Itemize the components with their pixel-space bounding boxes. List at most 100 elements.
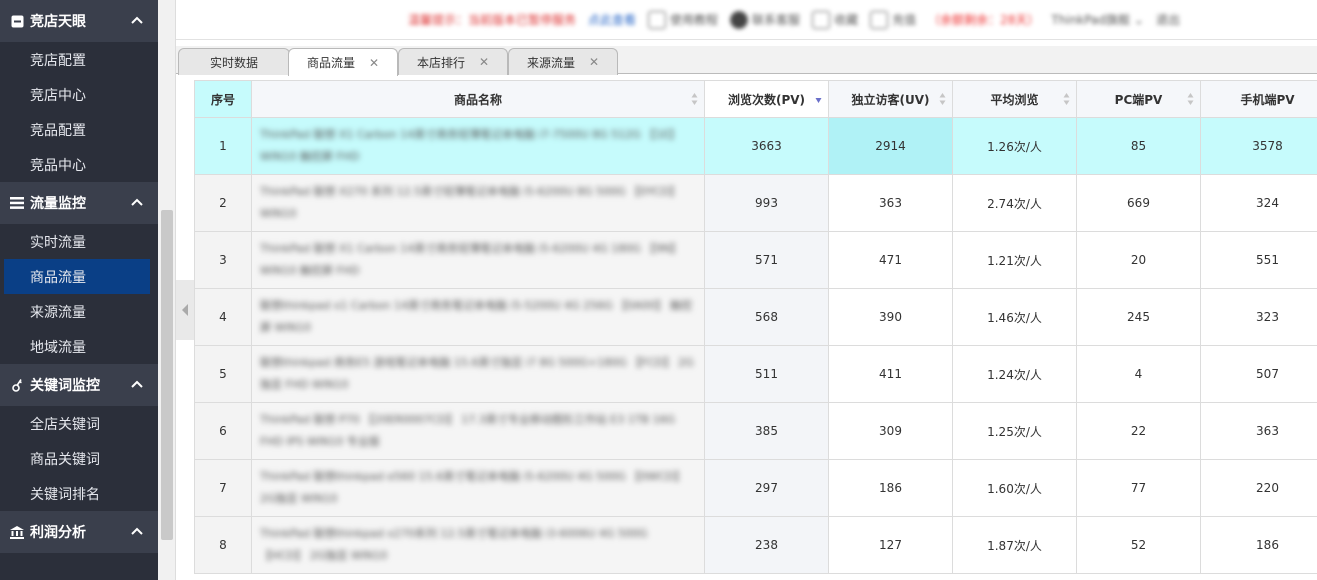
sidebar-section-traffic-monitor[interactable]: 流量监控	[0, 182, 158, 224]
top-notice: 温馨提示：当前版本已暂停服务	[408, 13, 577, 27]
tutorial-link[interactable]: 使用教程	[648, 10, 718, 29]
favorite-label: 收藏	[834, 13, 859, 27]
col-header-pv[interactable]: 浏览次数(PV)	[704, 80, 829, 118]
sidebar-item-product-keywords[interactable]: 商品关键词	[0, 441, 158, 476]
sidebar-item-store-keywords[interactable]: 全店关键词	[0, 406, 158, 441]
scrollbar-thumb[interactable]	[161, 210, 173, 540]
cell-pc-pv: 85	[1076, 117, 1201, 175]
sidebar-item-competitor-store-center[interactable]: 竞店中心	[0, 77, 158, 112]
balance-text: （余额剩余：28天）	[928, 13, 1040, 27]
cell-pv: 571	[704, 231, 829, 289]
product-name-text[interactable]: ThinkPad 联想thinkpad e560 15.6英寸笔记本电脑 i5-…	[260, 466, 696, 510]
product-name-text[interactable]: ThinkPad 联想 X270 系列 12.5英寸轻薄笔记本电脑 i5-620…	[260, 181, 696, 225]
col-header-product-name[interactable]: 商品名称	[251, 80, 705, 118]
cell-pc-pv: 77	[1076, 459, 1201, 517]
sidebar-item-competitor-product-center[interactable]: 竞品中心	[0, 147, 158, 182]
col-header-avg[interactable]: 平均浏览	[952, 80, 1077, 118]
sidebar-item-product-traffic[interactable]: 商品流量	[4, 259, 150, 294]
sidebar-item-competitor-product-config[interactable]: 竞品配置	[0, 112, 158, 147]
tab-product-traffic[interactable]: 商品流量 ✕	[288, 48, 398, 76]
col-header-label: 商品名称	[453, 92, 502, 107]
col-header-label: 序号	[210, 92, 235, 107]
table-row[interactable]: 6 ThinkPad 联想 P70 【20ER0007CD】 17.3英寸专业移动…	[194, 402, 1317, 460]
support-link[interactable]: 联系客服	[730, 10, 801, 29]
table-row[interactable]: 1 ThinkPad 联想 X1 Carbon 14英寸商务轻薄笔记本电脑 i7-…	[194, 117, 1317, 175]
cell-index: 7	[194, 459, 252, 517]
col-header-index[interactable]: 序号	[194, 80, 252, 118]
product-traffic-table: 序号 商品名称 浏览次数(PV) 独立访客(UV) 平均浏览 PC端PV 手机端…	[194, 80, 1317, 580]
cell-uv: 363	[828, 174, 953, 232]
cell-uv: 309	[828, 402, 953, 460]
sidebar-item-realtime-traffic[interactable]: 实时流量	[0, 224, 158, 259]
cell-uv: 186	[828, 459, 953, 517]
cell-index: 5	[194, 345, 252, 403]
calendar-icon	[870, 10, 889, 29]
close-icon[interactable]: ✕	[479, 55, 489, 69]
cell-product-name: ThinkPad 联想 X1 Carbon 14英寸商务轻薄笔记本电脑 i5-6…	[251, 231, 705, 289]
chevron-up-icon[interactable]	[130, 377, 144, 391]
product-name-text[interactable]: ThinkPad 联想 P70 【20ER0007CD】 17.3英寸专业移动图…	[260, 409, 696, 453]
recharge-link[interactable]: 充值	[870, 10, 917, 29]
shop-selector[interactable]: ThinkPad旗舰 ⌄	[1051, 11, 1144, 28]
cell-uv: 411	[828, 345, 953, 403]
cell-uv: 390	[828, 288, 953, 346]
col-header-mobile-pv[interactable]: 手机端PV	[1200, 80, 1317, 118]
chevron-up-icon[interactable]	[130, 524, 144, 538]
sidebar-scrollbar[interactable]	[158, 0, 176, 580]
logout-link[interactable]: 退出	[1156, 11, 1180, 28]
cell-mobile-pv: 220	[1200, 459, 1317, 517]
table-row[interactable]: 4 联想thinkpad x1 Carbon 14英寸商务笔记本电脑 i5-520…	[194, 288, 1317, 346]
table-row[interactable]: 7 ThinkPad 联想thinkpad e560 15.6英寸笔记本电脑 i5…	[194, 459, 1317, 517]
table-row[interactable]: 8 ThinkPad 联想thinkpad x270系列 12.5英寸笔记本电脑 …	[194, 516, 1317, 574]
table-row[interactable]: 5 联想thinkpad 商务E5 游戏笔记本电脑 15.6英寸独显 i7 8G …	[194, 345, 1317, 403]
tab-realtime-data[interactable]: 实时数据	[178, 48, 290, 75]
sidebar-item-region-traffic[interactable]: 地域流量	[0, 329, 158, 364]
col-header-label: 独立访客(UV)	[851, 92, 930, 107]
sort-icon[interactable]	[1063, 92, 1070, 106]
sidebar-section-profit-analysis[interactable]: 利润分析	[0, 511, 158, 553]
product-name-text[interactable]: ThinkPad 联想thinkpad x270系列 12.5英寸笔记本电脑 i…	[260, 523, 696, 567]
collapse-sidebar-handle[interactable]	[176, 280, 194, 340]
sidebar: 竞店天眼 竞店配置 竞店中心 竞品配置 竞品中心 流量监控 实时流量 商品流量 …	[0, 0, 158, 580]
chevron-up-icon[interactable]	[130, 13, 144, 27]
cell-pv: 993	[704, 174, 829, 232]
favorite-link[interactable]: 收藏	[812, 10, 859, 29]
sort-icon[interactable]	[1187, 92, 1194, 106]
tab-label: 本店排行	[416, 55, 465, 70]
product-name-text[interactable]: ThinkPad 联想 X1 Carbon 14英寸商务轻薄笔记本电脑 i7-7…	[260, 124, 696, 168]
product-name-text[interactable]: 联想thinkpad 商务E5 游戏笔记本电脑 15.6英寸独显 i7 8G 5…	[260, 352, 696, 396]
tab-bar: 实时数据 商品流量 ✕ 本店排行 ✕ 来源流量 ✕	[176, 46, 1317, 76]
cell-avg: 1.60次/人	[952, 459, 1077, 517]
chevron-up-icon[interactable]	[130, 195, 144, 209]
cell-pc-pv: 22	[1076, 402, 1201, 460]
product-name-text[interactable]: ThinkPad 联想 X1 Carbon 14英寸商务轻薄笔记本电脑 i5-6…	[260, 238, 696, 282]
cell-pc-pv: 52	[1076, 516, 1201, 574]
cell-pv: 3663	[704, 117, 829, 175]
tab-store-ranking[interactable]: 本店排行 ✕	[398, 48, 508, 75]
close-icon[interactable]: ✕	[369, 56, 379, 70]
minus-square-icon	[10, 14, 24, 28]
top-notice-link[interactable]: 点此查看	[588, 11, 636, 28]
product-name-text[interactable]: 联想thinkpad x1 Carbon 14英寸商务笔记本电脑 i5-5200…	[260, 295, 696, 339]
cell-uv: 2914	[828, 117, 953, 175]
col-header-pc-pv[interactable]: PC端PV	[1076, 80, 1201, 118]
table-row[interactable]: 3 ThinkPad 联想 X1 Carbon 14英寸商务轻薄笔记本电脑 i5-…	[194, 231, 1317, 289]
sidebar-section-competitor-store[interactable]: 竞店天眼	[0, 0, 158, 42]
col-header-label: 平均浏览	[990, 92, 1039, 107]
sort-icon[interactable]	[939, 92, 946, 106]
tab-source-traffic[interactable]: 来源流量 ✕	[508, 48, 618, 75]
sidebar-item-keyword-ranking[interactable]: 关键词排名	[0, 476, 158, 511]
col-header-uv[interactable]: 独立访客(UV)	[828, 80, 953, 118]
close-icon[interactable]: ✕	[589, 55, 599, 69]
sidebar-item-source-traffic[interactable]: 来源流量	[0, 294, 158, 329]
sidebar-item-competitor-store-config[interactable]: 竞店配置	[0, 42, 158, 77]
key-icon	[10, 378, 24, 392]
sidebar-section-keyword-monitor[interactable]: 关键词监控	[0, 364, 158, 406]
sort-desc-icon[interactable]	[815, 92, 822, 106]
sort-icon[interactable]	[691, 92, 698, 106]
recharge-label: 充值	[892, 13, 917, 27]
table-row[interactable]: 2 ThinkPad 联想 X270 系列 12.5英寸轻薄笔记本电脑 i5-62…	[194, 174, 1317, 232]
cell-product-name: 联想thinkpad x1 Carbon 14英寸商务笔记本电脑 i5-5200…	[251, 288, 705, 346]
sidebar-section-label: 流量监控	[30, 196, 86, 212]
support-label: 联系客服	[752, 13, 801, 27]
